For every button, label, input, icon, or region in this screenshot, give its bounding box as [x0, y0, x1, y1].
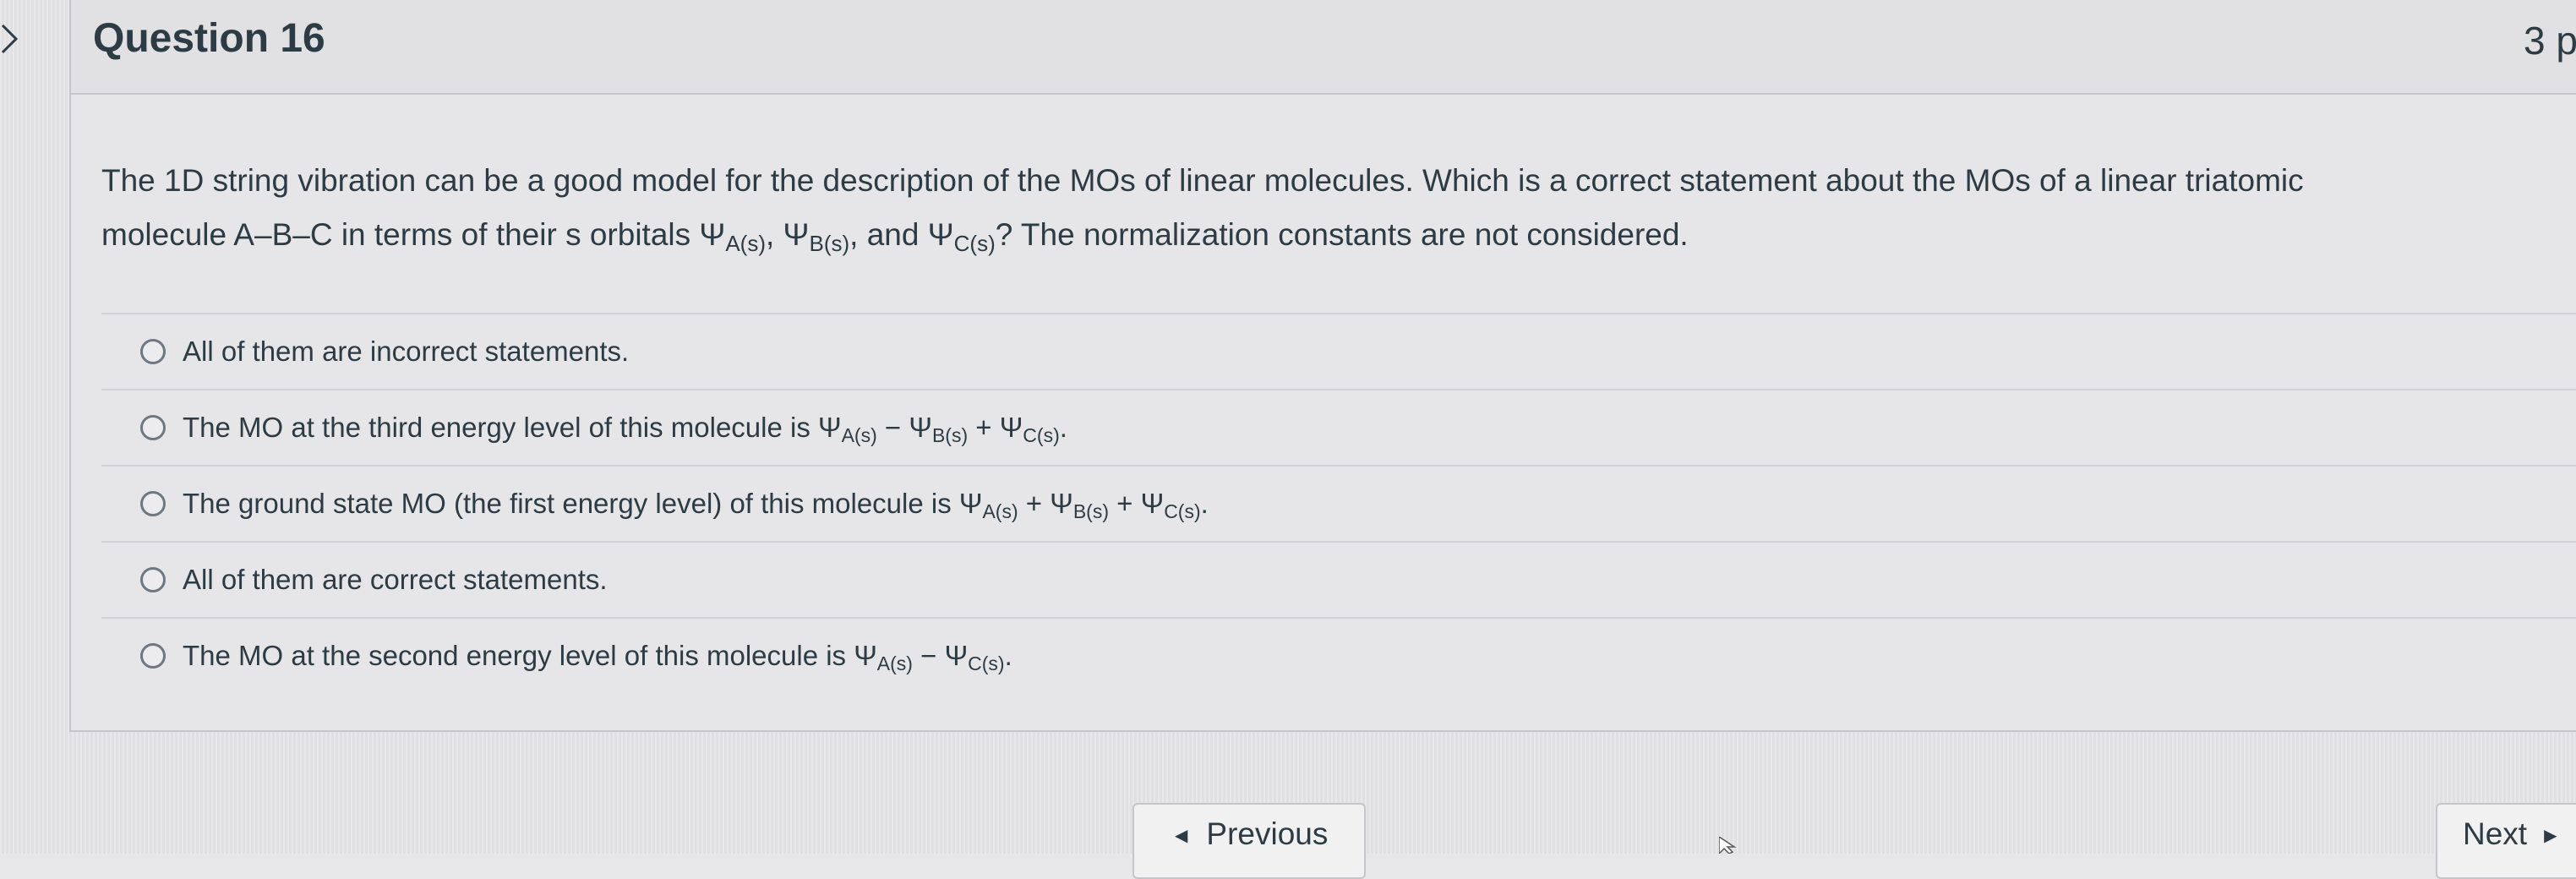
question-text: The 1D string vibration can be a good mo…	[101, 154, 2576, 262]
subscript: B(s)	[931, 424, 969, 446]
answer-text: The MO at the third energy level of this…	[183, 412, 842, 443]
question-text-part: molecule A–B–C in terms of their s orbit…	[101, 217, 726, 252]
subscript: C(s)	[1023, 424, 1060, 446]
subscript: C(s)	[1164, 500, 1201, 522]
answer-text: .	[1059, 412, 1067, 443]
answer-option-4[interactable]: All of them are correct statements.	[101, 541, 2576, 617]
answer-text: All of them are correct statements.	[183, 564, 608, 595]
radio-button-icon[interactable]	[140, 643, 166, 669]
answer-option-2[interactable]: The MO at the third energy level of this…	[101, 389, 2576, 465]
answer-text: − Ψ	[912, 640, 969, 671]
answer-label: The ground state MO (the first energy le…	[183, 488, 1209, 522]
next-button[interactable]: Next ▶	[2436, 803, 2576, 879]
answer-text: The MO at the second energy level of thi…	[183, 640, 877, 671]
subscript: A(s)	[876, 652, 913, 674]
answer-label: The MO at the third energy level of this…	[183, 412, 1067, 446]
answer-text: All of them are incorrect statements.	[183, 336, 630, 367]
answer-label: All of them are correct statements.	[183, 564, 608, 596]
subscript: A(s)	[982, 500, 1018, 522]
answer-text: .	[1200, 488, 1209, 519]
answer-label: All of them are incorrect statements.	[183, 336, 629, 368]
previous-button[interactable]: ◀ Previous	[1132, 803, 1366, 879]
question-header: Question 16 3 p	[69, 0, 2576, 95]
answer-option-1[interactable]: All of them are incorrect statements.	[101, 313, 2576, 389]
answer-text: + Ψ	[968, 412, 1023, 443]
question-text-line-1: The 1D string vibration can be a good mo…	[101, 163, 2304, 198]
answer-list: All of them are incorrect statements. Th…	[101, 313, 2576, 693]
question-title: Question 16	[93, 16, 325, 61]
subscript: C(s)	[968, 652, 1005, 674]
mouse-cursor-icon	[1719, 837, 1737, 854]
question-body: The 1D string vibration can be a good mo…	[69, 95, 2576, 732]
question-text-part: , Ψ	[766, 217, 810, 252]
subscript: A(s)	[841, 424, 877, 446]
question-text-part: ? The normalization constants are not co…	[995, 217, 1689, 252]
answer-text: − Ψ	[876, 412, 932, 443]
answer-text: + Ψ	[1109, 488, 1165, 519]
previous-label: Previous	[1206, 816, 1329, 851]
subscript: B(s)	[1072, 500, 1109, 522]
answer-label: The MO at the second energy level of thi…	[183, 640, 1012, 674]
subscript: B(s)	[809, 231, 850, 256]
next-label: Next	[2463, 816, 2528, 851]
question-text-line-2: molecule A–B–C in terms of their s orbit…	[101, 208, 2576, 262]
answer-text: .	[1004, 640, 1012, 671]
subscript: A(s)	[725, 231, 766, 256]
question-points: 3 p	[2524, 19, 2576, 63]
answer-text: + Ψ	[1018, 488, 1073, 519]
chevron-right-icon	[1, 24, 19, 54]
triangle-right-icon: ▶	[2544, 827, 2557, 845]
subscript: C(s)	[953, 231, 996, 256]
question-text-part: , and Ψ	[849, 217, 954, 252]
radio-button-icon[interactable]	[140, 415, 166, 440]
radio-button-icon[interactable]	[140, 491, 166, 516]
answer-option-3[interactable]: The ground state MO (the first energy le…	[101, 465, 2576, 541]
answer-text: The ground state MO (the first energy le…	[183, 488, 983, 519]
radio-button-icon[interactable]	[140, 339, 166, 364]
collapse-toggle[interactable]	[0, 20, 27, 57]
radio-button-icon[interactable]	[140, 567, 166, 592]
triangle-left-icon: ◀	[1175, 827, 1188, 845]
answer-option-5[interactable]: The MO at the second energy level of thi…	[101, 617, 2576, 693]
